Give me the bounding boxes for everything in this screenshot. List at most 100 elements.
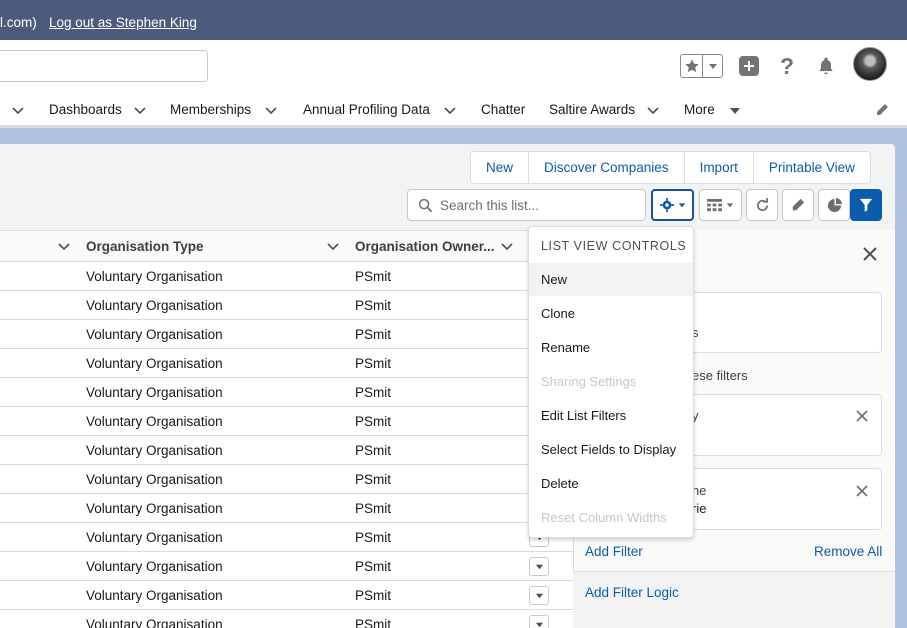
organisation-type-cell: Voluntary Organisation: [86, 559, 223, 574]
table-row: Voluntary Organisation PSmit: [0, 407, 580, 436]
menu-item-select-fields-to-display[interactable]: Select Fields to Display: [529, 433, 693, 466]
list-search-placeholder: Search this list...: [440, 198, 540, 213]
chevron-down-icon[interactable]: [11, 104, 25, 118]
menu-item-edit-list-filters[interactable]: Edit List Filters: [529, 399, 693, 432]
impersonated-user-email: l.com): [0, 15, 37, 30]
edit-nav-pencil-icon[interactable]: [874, 102, 890, 118]
organisation-owner-cell[interactable]: PSmit: [355, 385, 391, 400]
organisation-owner-cell[interactable]: PSmit: [355, 530, 391, 545]
chevron-down-icon[interactable]: [264, 104, 278, 118]
list-view-controls-menu: LIST VIEW CONTROLS New Clone Rename Shar…: [528, 226, 694, 538]
menu-item-clone[interactable]: Clone: [529, 297, 693, 330]
organisation-owner-cell[interactable]: PSmit: [355, 269, 391, 284]
organisation-type-cell: Voluntary Organisation: [86, 443, 223, 458]
user-avatar[interactable]: [853, 47, 887, 81]
favorites-dropdown-icon[interactable]: [703, 55, 722, 77]
discover-companies-button[interactable]: Discover Companies: [529, 152, 685, 183]
filter-icon: [859, 198, 873, 212]
chevron-down-icon[interactable]: [646, 104, 660, 118]
global-header: ?: [0, 40, 907, 92]
table-row: Voluntary Organisation PSmit: [0, 465, 580, 494]
nav-item-dashboards[interactable]: Dashboards: [49, 102, 122, 117]
table-row: Voluntary Organisation PSmit: [0, 494, 580, 523]
global-search-input[interactable]: [0, 50, 208, 82]
chevron-down-icon[interactable]: [57, 240, 71, 254]
chevron-down-icon[interactable]: [326, 240, 340, 254]
logout-link[interactable]: Log out as Stephen King: [49, 15, 197, 30]
organisation-owner-cell[interactable]: PSmit: [355, 443, 391, 458]
impersonation-banner: l.com) Log out as Stephen King: [0, 0, 907, 40]
organisation-type-cell: Voluntary Organisation: [86, 269, 223, 284]
table-row: Voluntary Organisation PSmit: [0, 262, 580, 291]
filter-item-partial-value: rie: [692, 501, 707, 516]
row-actions-menu-icon[interactable]: [529, 615, 549, 628]
gear-icon: [659, 198, 674, 212]
caret-down-icon[interactable]: [728, 104, 742, 118]
menu-heading: LIST VIEW CONTROLS: [541, 239, 687, 253]
inline-edit-button[interactable]: [782, 189, 814, 221]
display-as-button[interactable]: [699, 189, 742, 221]
row-actions-menu-icon[interactable]: [529, 557, 549, 576]
global-actions-icon[interactable]: [737, 54, 761, 78]
help-icon[interactable]: ?: [775, 53, 799, 79]
organisation-owner-cell[interactable]: PSmit: [355, 414, 391, 429]
notifications-bell-icon[interactable]: [814, 54, 838, 78]
charts-button[interactable]: [818, 189, 850, 221]
organisation-owner-cell[interactable]: PSmit: [355, 617, 391, 628]
caret-down-icon: [726, 203, 734, 208]
organisation-owner-cell[interactable]: PSmit: [355, 501, 391, 516]
import-button[interactable]: Import: [685, 152, 754, 183]
organisation-owner-cell[interactable]: PSmit: [355, 559, 391, 574]
list-view-controls-button[interactable]: [651, 189, 694, 221]
menu-item-new[interactable]: New: [529, 263, 693, 296]
list-search-input[interactable]: Search this list...: [407, 189, 646, 221]
organisation-type-cell: Voluntary Organisation: [86, 530, 223, 545]
search-icon: [418, 198, 433, 213]
menu-item-delete[interactable]: Delete: [529, 467, 693, 500]
nav-item-annual-profiling-data[interactable]: Annual Profiling Data: [303, 102, 430, 117]
matching-filters-label: ese filters: [692, 368, 748, 383]
pencil-icon: [792, 198, 805, 211]
table-header: Organisation Type Organisation Owner...: [0, 230, 580, 262]
chevron-down-icon[interactable]: [133, 104, 147, 118]
favorites-button-group[interactable]: [680, 54, 723, 78]
remove-filter-icon[interactable]: [856, 410, 868, 422]
caret-down-icon: [678, 203, 685, 208]
organisation-owner-cell[interactable]: PSmit: [355, 472, 391, 487]
table-row: Voluntary Organisation PSmit: [0, 581, 580, 610]
star-icon[interactable]: [681, 55, 703, 77]
app-navigation-bar: Dashboards Memberships Annual Profiling …: [0, 92, 907, 128]
nav-item-saltire-awards[interactable]: Saltire Awards: [549, 102, 635, 117]
refresh-icon: [756, 197, 768, 211]
chevron-down-icon[interactable]: [443, 104, 457, 118]
remove-filter-icon[interactable]: [856, 485, 868, 497]
pie-chart-icon: [827, 197, 842, 212]
filter-item-partial-text: ne: [692, 483, 707, 498]
table-icon: [707, 198, 722, 211]
organisation-owner-cell[interactable]: PSmit: [355, 298, 391, 313]
nav-item-chatter[interactable]: Chatter: [481, 102, 525, 117]
column-header-organisation-owner[interactable]: Organisation Owner...: [355, 239, 495, 254]
add-filter-logic-link[interactable]: Add Filter Logic: [585, 585, 679, 600]
nav-item-more[interactable]: More: [684, 102, 715, 117]
filters-button[interactable]: [850, 189, 882, 221]
organisation-type-cell: Voluntary Organisation: [86, 385, 223, 400]
new-button[interactable]: New: [471, 152, 530, 183]
add-filter-link[interactable]: Add Filter: [585, 544, 643, 559]
printable-view-button[interactable]: Printable View: [754, 152, 870, 183]
menu-item-rename[interactable]: Rename: [529, 331, 693, 364]
remove-all-link[interactable]: Remove All: [814, 544, 882, 559]
organisation-owner-cell[interactable]: PSmit: [355, 327, 391, 342]
organisation-owner-cell[interactable]: PSmit: [355, 356, 391, 371]
organisation-type-cell: Voluntary Organisation: [86, 472, 223, 487]
refresh-button[interactable]: [746, 189, 778, 221]
table-row: Voluntary Organisation PSmit: [0, 552, 580, 581]
nav-item-memberships[interactable]: Memberships: [170, 102, 251, 117]
menu-item-reset-column-widths: Reset Column Widths: [541, 510, 667, 525]
table-row: Voluntary Organisation PSmit: [0, 320, 580, 349]
chevron-down-icon[interactable]: [500, 240, 514, 254]
column-header-organisation-type[interactable]: Organisation Type: [86, 239, 204, 254]
close-icon[interactable]: [862, 246, 878, 262]
row-actions-menu-icon[interactable]: [529, 586, 549, 605]
organisation-owner-cell[interactable]: PSmit: [355, 588, 391, 603]
